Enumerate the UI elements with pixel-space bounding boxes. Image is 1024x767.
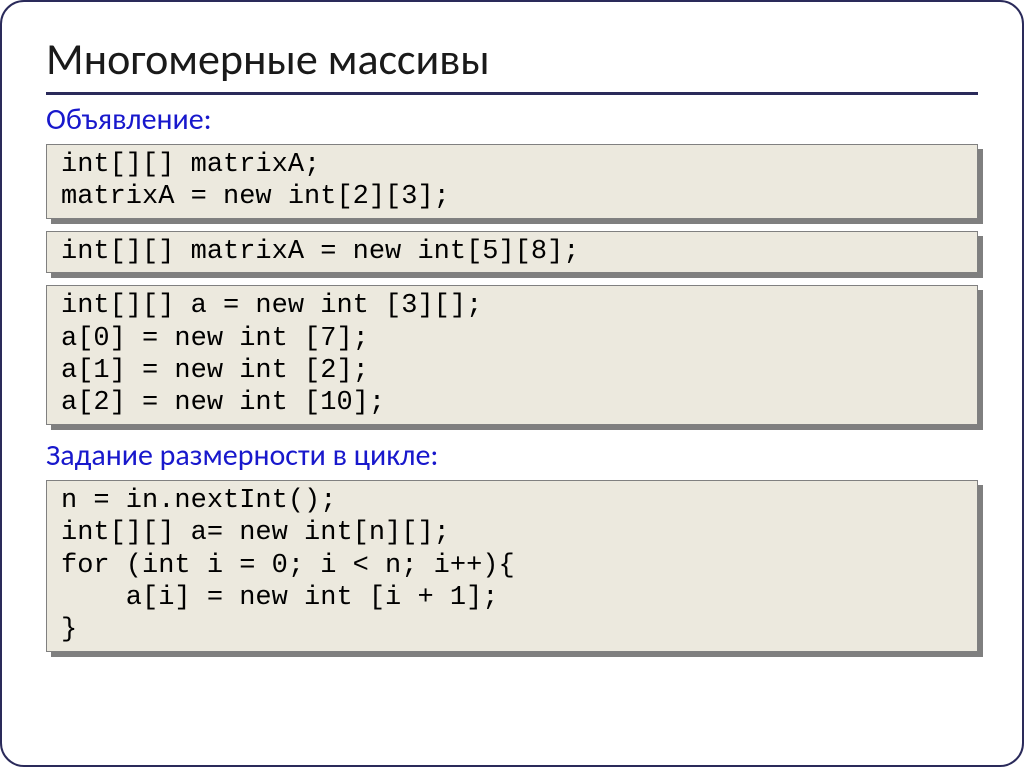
code-content: int[][] matrixA; matrixA = new int[2][3]… — [61, 149, 963, 214]
section-declaration: Объявление: — [46, 101, 978, 138]
code-block-3: int[][] a = new int [3][]; a[0] = new in… — [46, 285, 978, 425]
code-content: n = in.nextInt(); int[][] a= new int[n][… — [61, 485, 963, 647]
code-box: int[][] a = new int [3][]; a[0] = new in… — [46, 285, 978, 425]
section-loop-dimension: Задание размерности в цикле: — [46, 437, 978, 474]
code-block-2: int[][] matrixA = new int[5][8]; — [46, 231, 978, 273]
code-box: int[][] matrixA; matrixA = new int[2][3]… — [46, 144, 978, 219]
code-content: int[][] matrixA = new int[5][8]; — [61, 236, 963, 268]
code-block-1: int[][] matrixA; matrixA = new int[2][3]… — [46, 144, 978, 219]
page-title: Многомерные массивы — [46, 32, 978, 86]
code-box: int[][] matrixA = new int[5][8]; — [46, 231, 978, 273]
code-box: n = in.nextInt(); int[][] a= new int[n][… — [46, 480, 978, 652]
title-underline — [46, 92, 978, 95]
slide-container: Многомерные массивы Объявление: int[][] … — [0, 0, 1024, 767]
code-block-4: n = in.nextInt(); int[][] a= new int[n][… — [46, 480, 978, 652]
code-content: int[][] a = new int [3][]; a[0] = new in… — [61, 290, 963, 420]
